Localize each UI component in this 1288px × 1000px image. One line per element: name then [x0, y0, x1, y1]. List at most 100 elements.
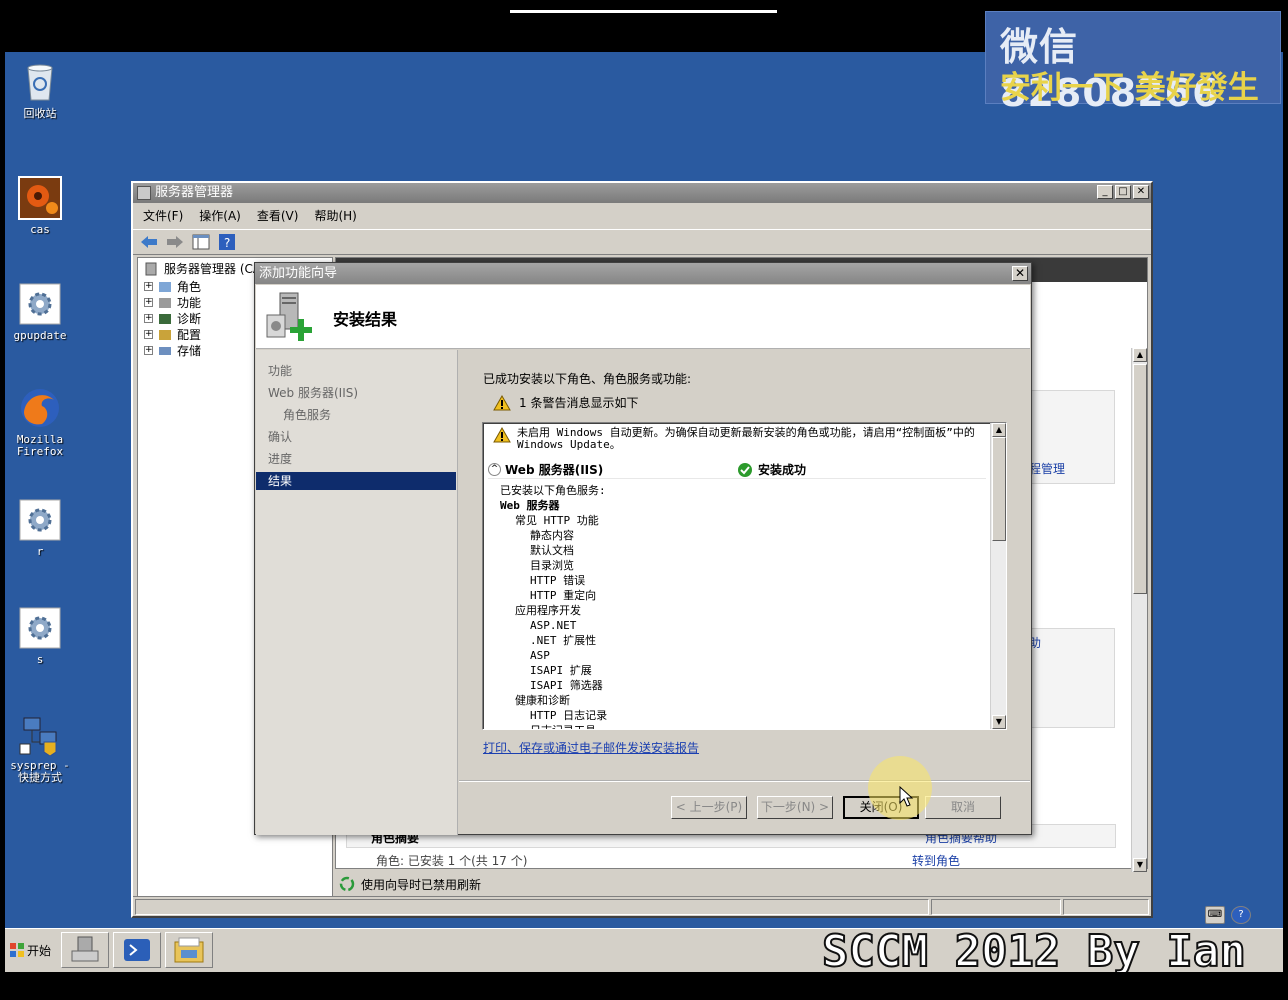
tree-item-label: 功能 — [177, 296, 202, 310]
help-icon[interactable]: ? — [1231, 906, 1251, 924]
icon-label: cas — [30, 223, 50, 236]
back-arrow-icon[interactable] — [139, 233, 159, 251]
warning-summary-text: 1 条警告消息显示如下 — [519, 396, 639, 410]
step-confirm[interactable]: 确认 — [256, 428, 456, 446]
server-manager-app-icon — [137, 186, 151, 200]
tree-item-roles[interactable]: + 角色 — [144, 278, 201, 295]
installed-service-line: .NET 扩展性 — [530, 634, 597, 647]
installed-service-line: ISAPI 筛选器 — [530, 679, 603, 692]
refresh-icon — [339, 876, 355, 892]
collapse-icon[interactable]: ^ — [488, 463, 501, 476]
tree-item-label: 存储 — [177, 344, 202, 358]
warning-icon — [493, 394, 511, 410]
installed-service-line: HTTP 错误 — [530, 574, 586, 587]
details-scrollbar[interactable]: ▲ ▼ — [1131, 348, 1147, 872]
window-title: 服务器管理器 — [155, 185, 234, 200]
help-icon[interactable]: ? — [217, 233, 237, 251]
previous-button[interactable]: < 上一步(P) — [671, 796, 747, 819]
taskbar-powershell-icon[interactable] — [113, 932, 161, 968]
refresh-status: 使用向导时已禁用刷新 — [335, 873, 1148, 895]
scroll-thumb[interactable] — [1133, 364, 1147, 594]
tree-item-label: 配置 — [177, 328, 202, 342]
taskbar-server-manager-icon[interactable] — [61, 932, 109, 968]
success-check-icon — [738, 462, 752, 477]
status-segment — [1063, 899, 1149, 915]
icon-label: sysprep - 快捷方式 — [10, 759, 70, 784]
step-results[interactable]: 结果 — [256, 472, 456, 490]
maximize-button[interactable]: □ — [1115, 185, 1131, 199]
expand-icon[interactable]: + — [144, 346, 153, 355]
tree-item-features[interactable]: + 功能 — [144, 294, 201, 311]
expand-icon[interactable]: + — [144, 330, 153, 339]
icon-label: Mozilla Firefox — [16, 433, 64, 458]
status-segment — [135, 899, 929, 915]
toolbar: ? — [133, 229, 1151, 255]
scroll-down-arrow[interactable]: ▼ — [992, 715, 1006, 729]
status-segment — [931, 899, 1061, 915]
close-window-button[interactable]: ✕ — [1133, 185, 1149, 199]
role-status: 安装成功 — [738, 461, 806, 478]
installed-service-line: HTTP 日志记录 — [530, 709, 608, 722]
partial-link-management[interactable]: 程管理 — [1029, 460, 1065, 477]
step-progress[interactable]: 进度 — [256, 450, 456, 468]
tree-item-configuration[interactable]: + 配置 — [144, 326, 201, 343]
tree-item-diagnostics[interactable]: + 诊断 — [144, 310, 201, 327]
mouse-pointer-icon — [899, 786, 914, 807]
step-web-server[interactable]: Web 服务器(IIS) — [256, 384, 456, 402]
firefox-shortcut[interactable]: Mozilla Firefox — [5, 386, 75, 458]
sysprep-shortcut[interactable]: sysprep - 快捷方式 — [5, 712, 75, 784]
window-titlebar[interactable]: 服务器管理器 _ □ ✕ — [133, 183, 1151, 203]
next-button[interactable]: 下一步(N) > — [757, 796, 833, 819]
goto-roles-link[interactable]: 转到角色 — [912, 852, 960, 869]
gpupdate-shortcut[interactable]: gpupdate — [5, 282, 75, 342]
installed-service-line: 日志记录工具 — [530, 723, 596, 729]
cas-shortcut[interactable]: cas — [5, 176, 75, 236]
recycle-bin-shortcut[interactable]: 回收站 — [5, 60, 75, 120]
scroll-up-arrow[interactable]: ▲ — [1133, 348, 1147, 362]
menu-help[interactable]: 帮助(H) — [314, 205, 356, 227]
scroll-up-arrow[interactable]: ▲ — [992, 423, 1006, 437]
server-icon — [145, 262, 157, 275]
role-result-row: ^ Web 服务器(IIS) 安装成功 — [488, 461, 986, 479]
wizard-title: 添加功能向导 — [259, 266, 338, 281]
installation-report-link[interactable]: 打印、保存或通过电子邮件发送安装报告 — [483, 739, 699, 756]
menu-action[interactable]: 操作(A) — [199, 205, 241, 227]
installed-service-line: 目录浏览 — [530, 559, 574, 572]
expand-icon[interactable]: + — [144, 298, 153, 307]
show-hide-pane-icon[interactable] — [191, 233, 211, 251]
cancel-button[interactable]: 取消 — [925, 796, 1001, 819]
icon-label: gpupdate — [13, 329, 67, 342]
results-scrollbar[interactable]: ▲ ▼ — [990, 423, 1006, 729]
tree-root-label: 服务器管理器 (CA) — [164, 262, 266, 276]
scroll-down-arrow[interactable]: ▼ — [1133, 858, 1147, 872]
result-warning-text: 未启用 Windows 自动更新。为确保自动更新最新安装的角色或功能，请启用“控… — [517, 426, 975, 451]
gear-script-icon — [18, 282, 62, 326]
forward-arrow-icon[interactable] — [165, 233, 185, 251]
taskbar-explorer-icon[interactable] — [165, 932, 213, 968]
expand-icon[interactable]: + — [144, 314, 153, 323]
s-shortcut[interactable]: s — [5, 606, 75, 666]
menu-view[interactable]: 查看(V) — [257, 205, 299, 227]
keyboard-icon[interactable]: ⌨ — [1205, 906, 1225, 924]
tree-root-server-manager[interactable]: 服务器管理器 (CA) — [144, 260, 266, 277]
step-role-services[interactable]: 角色服务 — [256, 406, 456, 424]
features-icon — [159, 297, 171, 308]
installed-service-line: Web 服务器 — [500, 499, 560, 512]
expand-icon[interactable]: + — [144, 282, 153, 291]
start-button[interactable]: 开始 — [7, 935, 55, 965]
wizard-titlebar[interactable]: 添加功能向导 ✕ — [255, 263, 1031, 284]
wizard-close-x-button[interactable]: ✕ — [1012, 266, 1028, 281]
tree-item-label: 诊断 — [177, 312, 202, 326]
role-status-text: 安装成功 — [758, 463, 807, 477]
r-shortcut[interactable]: r — [5, 498, 75, 558]
icon-label: r — [36, 545, 44, 558]
tree-item-label: 角色 — [177, 280, 202, 294]
installed-service-line: ISAPI 扩展 — [530, 664, 592, 677]
start-label: 开始 — [27, 943, 52, 958]
minimize-button[interactable]: _ — [1097, 185, 1113, 199]
menu-file[interactable]: 文件(F) — [143, 205, 183, 227]
step-features[interactable]: 功能 — [256, 362, 456, 380]
scroll-thumb[interactable] — [992, 437, 1006, 541]
tree-item-storage[interactable]: + 存储 — [144, 342, 201, 359]
warning-summary: 1 条警告消息显示如下 — [493, 394, 638, 411]
